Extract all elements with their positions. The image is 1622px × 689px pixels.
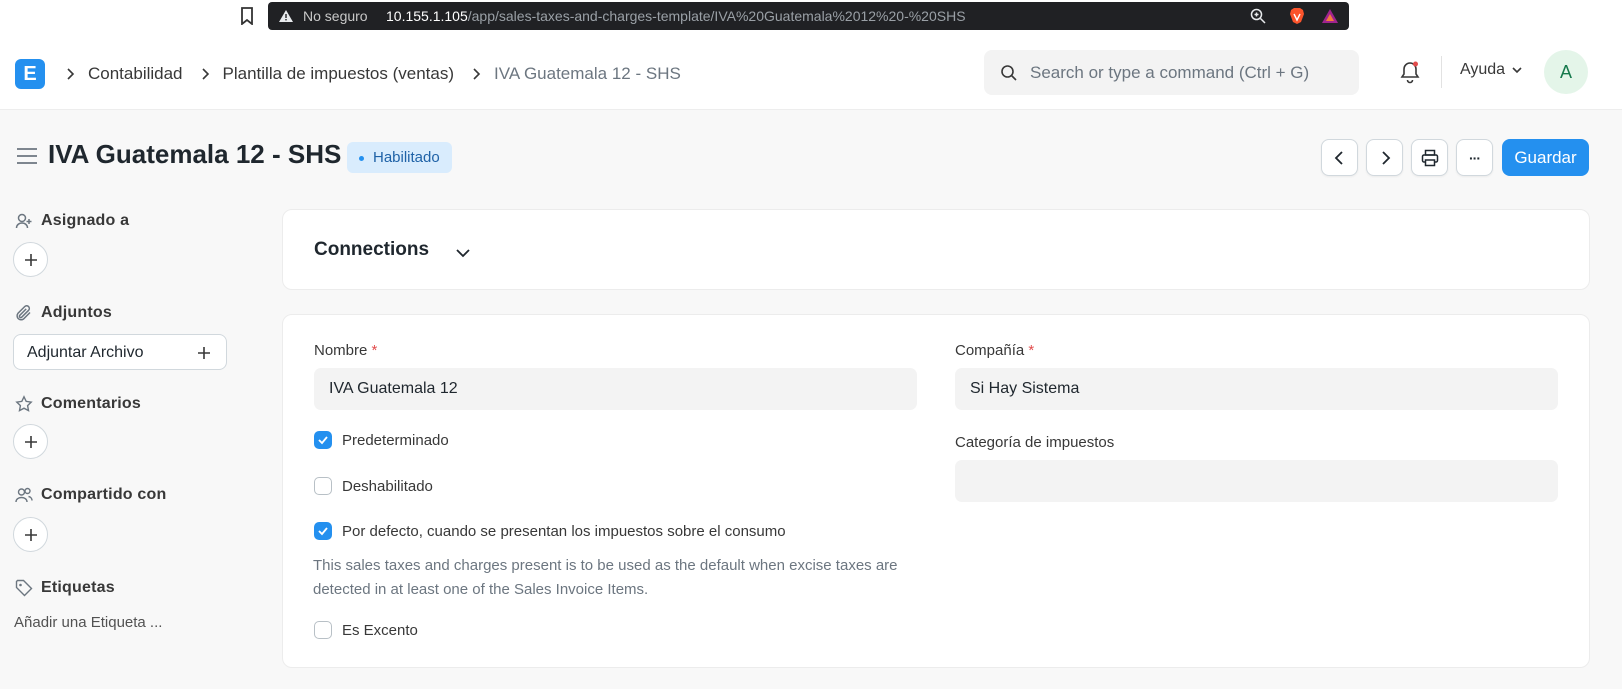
- name-label: Nombre *: [314, 342, 378, 359]
- breadcrumb-current[interactable]: IVA Guatemala 12 - SHS: [494, 64, 681, 84]
- chevron-down-icon: [1512, 67, 1522, 74]
- add-share-button[interactable]: [13, 517, 48, 552]
- status-badge: Habilitado: [347, 142, 452, 173]
- navbar-divider: [1441, 56, 1442, 88]
- print-button[interactable]: [1411, 139, 1448, 176]
- checkbox-checked[interactable]: [314, 431, 332, 449]
- users-icon: [15, 487, 33, 503]
- bookmark-icon[interactable]: [240, 7, 254, 25]
- name-input[interactable]: IVA Guatemala 12: [314, 368, 917, 410]
- breadcrumb-contabilidad[interactable]: Contabilidad: [88, 64, 183, 84]
- attachments-label: Adjuntos: [41, 304, 112, 321]
- rewards-icon[interactable]: [1321, 8, 1339, 24]
- check-icon: [318, 527, 328, 536]
- connections-title: Connections: [314, 239, 430, 260]
- attachments-section: Adjuntos: [15, 304, 112, 322]
- breadcrumb: Contabilidad Plantilla de impuestos (ven…: [62, 59, 695, 89]
- check-icon: [318, 436, 328, 445]
- excise-description: This sales taxes and charges present is …: [313, 557, 898, 598]
- checkbox-unchecked[interactable]: [314, 621, 332, 639]
- add-tag-link[interactable]: Añadir una Etiqueta ...: [14, 614, 162, 631]
- company-label: Compañía *: [955, 342, 1035, 359]
- tax-category-label: Categoría de impuestos: [955, 434, 1115, 451]
- shared-with-label: Compartido con: [41, 486, 167, 503]
- help-dropdown[interactable]: Ayuda: [1460, 61, 1523, 79]
- search-icon: [1001, 65, 1017, 81]
- page-title: IVA Guatemala 12 - SHS: [48, 139, 342, 169]
- chevron-right-icon: [473, 68, 481, 80]
- add-comment-button[interactable]: [13, 424, 48, 459]
- add-assignee-button[interactable]: [13, 242, 48, 277]
- checkbox-label: Predeterminado: [342, 431, 449, 449]
- brave-shield-icon[interactable]: [1288, 7, 1306, 25]
- chevron-right-icon: [1381, 150, 1390, 165]
- checkbox-unchecked[interactable]: [314, 477, 332, 495]
- app-navbar: E Contabilidad Plantilla de impuestos (v…: [0, 34, 1622, 110]
- plus-icon: [24, 435, 37, 448]
- plus-icon: [198, 347, 210, 359]
- app-logo[interactable]: E: [15, 59, 45, 89]
- security-label: No seguro: [303, 8, 368, 24]
- attach-file-label: Adjuntar Archivo: [27, 344, 144, 361]
- checkbox-label: Deshabilitado: [342, 477, 433, 495]
- plus-icon: [24, 253, 37, 266]
- assigned-to-section: Asignado a: [15, 212, 129, 230]
- zoom-icon[interactable]: [1250, 8, 1266, 24]
- sidebar-toggle-icon[interactable]: [16, 147, 38, 165]
- address-bar[interactable]: No seguro 10.155.1.105/app/sales-taxes-a…: [268, 2, 1349, 30]
- search-bar[interactable]: Search or type a command (Ctrl + G): [984, 50, 1359, 95]
- tax-category-input[interactable]: [955, 460, 1558, 502]
- comments-section: Comentarios: [15, 395, 141, 413]
- tags-label: Etiquetas: [41, 579, 115, 596]
- connections-card[interactable]: Connections: [282, 209, 1590, 290]
- checkbox-checked[interactable]: [314, 522, 332, 540]
- help-label: Ayuda: [1460, 61, 1506, 78]
- checkbox-excise-default[interactable]: Por defecto, cuando se presentan los imp…: [314, 522, 786, 540]
- notification-bell-icon[interactable]: [1399, 60, 1421, 84]
- url-text[interactable]: 10.155.1.105/app/sales-taxes-and-charges…: [386, 8, 966, 24]
- next-button[interactable]: [1366, 139, 1403, 176]
- paperclip-icon: [16, 305, 31, 321]
- plus-icon: [24, 528, 37, 541]
- warning-icon[interactable]: [278, 9, 294, 23]
- chevron-right-icon: [201, 68, 209, 80]
- checkbox-predeterminado[interactable]: Predeterminado: [314, 431, 449, 449]
- shared-with-section: Compartido con: [15, 486, 166, 504]
- tags-section: Etiquetas: [15, 579, 115, 597]
- checkbox-deshabilitado[interactable]: Deshabilitado: [314, 477, 433, 495]
- user-plus-icon: [15, 213, 32, 229]
- chevron-right-icon: [67, 68, 75, 80]
- browser-chrome: No seguro 10.155.1.105/app/sales-taxes-a…: [0, 0, 1622, 34]
- company-input[interactable]: Si Hay Sistema: [955, 368, 1558, 410]
- breadcrumb-plantilla[interactable]: Plantilla de impuestos (ventas): [223, 64, 455, 84]
- checkbox-label: Es Excento: [342, 621, 418, 639]
- tag-icon: [15, 579, 33, 597]
- more-label: ···: [1469, 149, 1481, 166]
- printer-icon: [1421, 149, 1438, 166]
- chevron-down-icon: [456, 249, 470, 258]
- more-actions-button[interactable]: ···: [1456, 139, 1493, 176]
- comments-label: Comentarios: [41, 395, 141, 412]
- avatar[interactable]: A: [1544, 50, 1588, 94]
- search-placeholder: Search or type a command (Ctrl + G): [1030, 63, 1310, 82]
- checkbox-label: Por defecto, cuando se presentan los imp…: [342, 522, 786, 540]
- attach-file-button[interactable]: Adjuntar Archivo: [13, 334, 227, 370]
- save-button[interactable]: Guardar: [1502, 139, 1589, 176]
- chevron-left-icon: [1334, 150, 1343, 165]
- star-icon: [15, 395, 33, 412]
- previous-button[interactable]: [1321, 139, 1358, 176]
- checkbox-es-excento[interactable]: Es Excento: [314, 621, 418, 639]
- assigned-to-label: Asignado a: [41, 212, 130, 229]
